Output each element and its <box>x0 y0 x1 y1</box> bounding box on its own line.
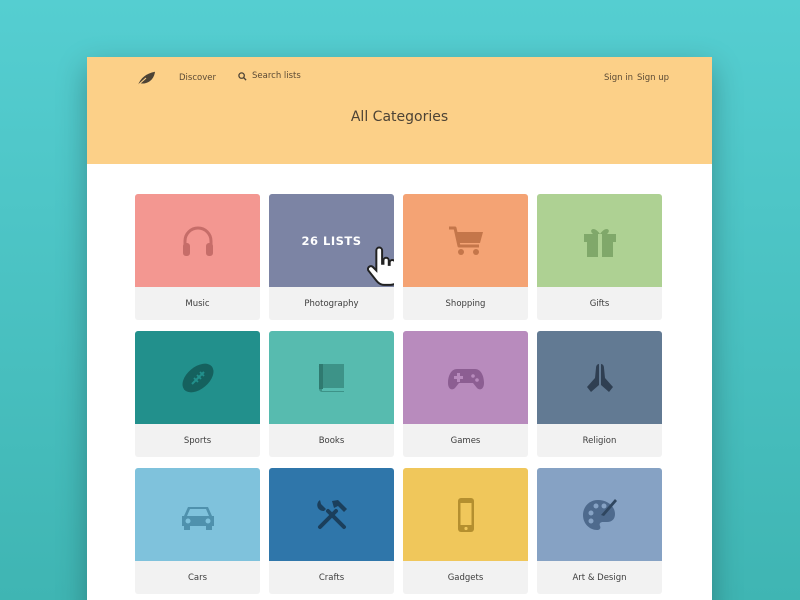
shopping-cart-icon <box>448 226 483 255</box>
card-tile <box>269 331 394 424</box>
sign-in-link[interactable]: Sign in <box>604 73 633 83</box>
category-card-books[interactable]: Books <box>269 331 394 457</box>
category-label: Books <box>318 435 345 446</box>
headphones-icon <box>182 226 213 256</box>
card-tile <box>537 468 662 561</box>
card-tile <box>135 331 260 424</box>
gift-icon <box>583 228 616 257</box>
header-banner: Discover Search lists Sign in Sign up Al… <box>87 57 712 164</box>
leaf-logo-icon[interactable] <box>135 69 157 87</box>
smartphone-icon <box>457 497 474 532</box>
gamepad-icon <box>447 368 484 389</box>
card-tile <box>135 468 260 561</box>
category-label: Religion <box>582 435 617 446</box>
category-label: Shopping <box>445 298 486 309</box>
list-count-overlay: 26 LISTS <box>301 233 362 248</box>
palette-icon <box>582 498 617 530</box>
category-card-music[interactable]: Music <box>135 194 260 320</box>
category-label: Photography <box>304 298 359 309</box>
card-tile <box>403 468 528 561</box>
category-card-photography[interactable]: 26 LISTS Photography <box>269 194 394 320</box>
category-card-gadgets[interactable]: Gadgets <box>403 468 528 594</box>
category-card-religion[interactable]: Religion <box>537 331 662 457</box>
card-tile <box>403 331 528 424</box>
category-label: Art & Design <box>572 572 627 583</box>
page-title: All Categories <box>350 109 449 125</box>
category-label: Cars <box>187 572 208 583</box>
category-label: Gifts <box>589 298 610 309</box>
hand-cursor-icon <box>366 246 394 286</box>
car-icon <box>181 506 214 530</box>
category-card-crafts[interactable]: Crafts <box>269 468 394 594</box>
category-card-shopping[interactable]: Shopping <box>403 194 528 320</box>
nav-discover-link[interactable]: Discover <box>179 73 216 83</box>
browser-window: Discover Search lists Sign in Sign up Al… <box>87 57 712 600</box>
category-card-games[interactable]: Games <box>403 331 528 457</box>
card-tile <box>537 194 662 287</box>
search-icon <box>238 71 247 81</box>
search-input[interactable]: Search lists <box>238 71 301 81</box>
sign-up-link[interactable]: Sign up <box>637 73 669 83</box>
top-nav: Discover Search lists Sign in Sign up <box>87 69 712 89</box>
praying-hands-icon <box>586 363 613 392</box>
category-label: Gadgets <box>447 572 484 583</box>
card-tile <box>269 468 394 561</box>
category-label: Music <box>185 298 210 309</box>
card-tile <box>135 194 260 287</box>
category-card-art-design[interactable]: Art & Design <box>537 468 662 594</box>
category-label: Sports <box>183 435 212 446</box>
card-tile <box>537 331 662 424</box>
tools-icon <box>316 499 347 529</box>
card-tile <box>403 194 528 287</box>
category-card-cars[interactable]: Cars <box>135 468 260 594</box>
football-icon <box>182 363 213 392</box>
category-card-sports[interactable]: Sports <box>135 331 260 457</box>
search-placeholder: Search lists <box>252 71 301 81</box>
category-card-gifts[interactable]: Gifts <box>537 194 662 320</box>
category-label: Crafts <box>318 572 345 583</box>
book-icon <box>318 363 344 392</box>
category-label: Games <box>450 435 481 446</box>
card-tile: 26 LISTS <box>269 194 394 287</box>
